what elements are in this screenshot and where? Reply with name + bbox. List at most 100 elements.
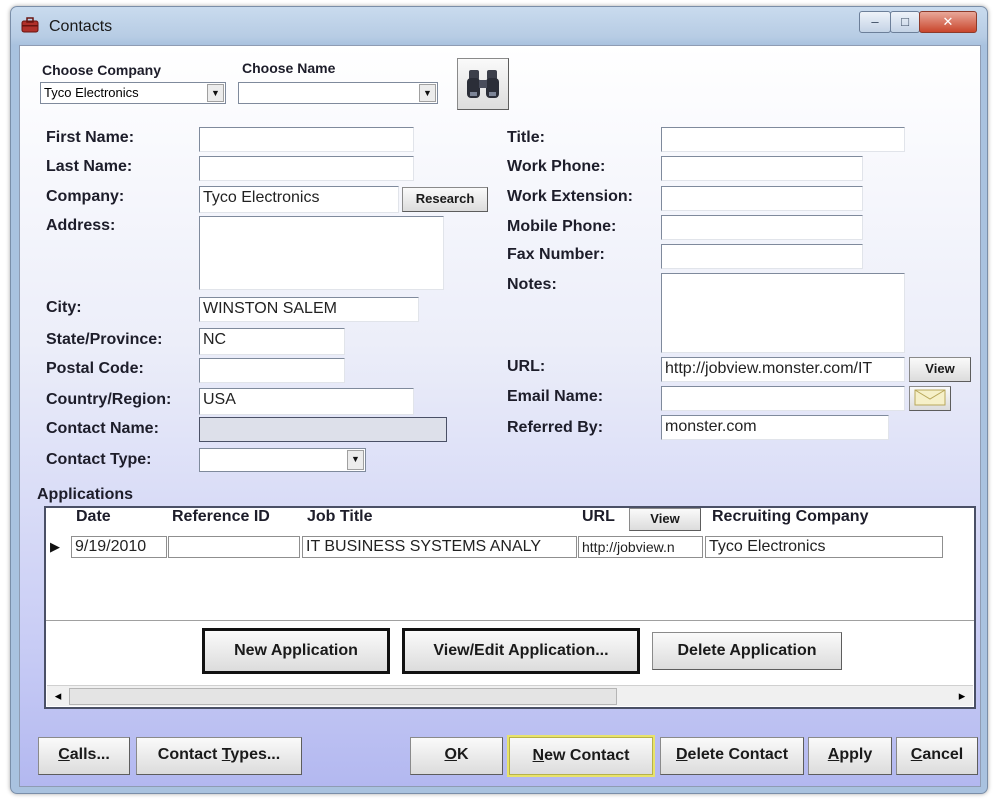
city-input[interactable]: WINSTON SALEM [199, 297, 419, 322]
contact-types-button[interactable]: Contact Types... [136, 737, 302, 775]
envelope-icon [914, 389, 946, 406]
url-input[interactable]: http://jobview.monster.com/IT [661, 357, 905, 382]
city-label: City: [46, 299, 82, 316]
last-name-label: Last Name: [46, 158, 133, 175]
contact-name-input[interactable] [199, 417, 447, 442]
choose-company-label: Choose Company [42, 62, 162, 78]
reference-id-cell[interactable] [168, 536, 300, 558]
first-name-input[interactable] [199, 127, 414, 152]
mobile-phone-input[interactable] [661, 215, 863, 240]
minimize-icon: – [871, 14, 879, 29]
binoculars-icon [467, 70, 499, 98]
postal-code-label: Postal Code: [46, 360, 144, 377]
maximize-button[interactable]: □ [890, 11, 920, 33]
fax-number-input[interactable] [661, 244, 863, 269]
chevron-down-icon[interactable]: ▼ [347, 450, 364, 470]
cancel-accel: C [910, 746, 923, 763]
contact-type-select[interactable]: ▼ [199, 448, 366, 472]
scrollbar-thumb[interactable] [69, 688, 617, 705]
job-title-cell[interactable]: IT BUSINESS SYSTEMS ANALY [302, 536, 577, 558]
new-application-button[interactable]: New Application [202, 628, 390, 674]
title-bar[interactable]: Contacts – □ ✕ [11, 7, 987, 45]
choose-name-select[interactable]: ▼ [238, 82, 438, 104]
close-button[interactable]: ✕ [919, 11, 977, 33]
minimize-button[interactable]: – [859, 11, 891, 33]
new-contact-accel: N [532, 747, 545, 764]
calls-accel: C [58, 746, 70, 763]
choose-company-value: Tyco Electronics [44, 85, 139, 100]
choose-company-select[interactable]: Tyco Electronics ▼ [40, 82, 226, 104]
state-input[interactable]: NC [199, 328, 345, 355]
referred-by-input[interactable]: monster.com [661, 415, 889, 440]
delete-contact-accel: D [675, 746, 688, 763]
contact-name-label: Contact Name: [46, 420, 159, 437]
state-label: State/Province: [46, 331, 163, 348]
applications-label: Applications [37, 486, 134, 503]
country-label: Country/Region: [46, 391, 172, 408]
recruiting-company-cell[interactable]: Tyco Electronics [705, 536, 943, 558]
mobile-phone-label: Mobile Phone: [507, 218, 617, 235]
referred-by-label: Referred By: [507, 419, 604, 436]
contact-type-label: Contact Type: [46, 451, 152, 468]
form-area: Choose Company Tyco Electronics ▼ Choose… [19, 45, 981, 787]
new-contact-button[interactable]: New Contact [507, 735, 655, 777]
ok-button[interactable]: OK [410, 737, 503, 775]
company-input[interactable]: Tyco Electronics [199, 186, 399, 213]
find-button[interactable] [457, 58, 509, 110]
date-cell[interactable]: 9/19/2010 [71, 536, 167, 558]
work-extension-label: Work Extension: [507, 188, 633, 205]
postal-code-input[interactable] [199, 358, 345, 383]
grid-url-view-button[interactable]: View [629, 508, 701, 531]
first-name-label: First Name: [46, 129, 135, 146]
notes-label: Notes: [507, 276, 557, 293]
cancel-label: ancel [922, 746, 964, 763]
research-button[interactable]: Research [402, 187, 488, 212]
choose-name-label: Choose Name [242, 60, 336, 76]
url-label: URL: [507, 358, 546, 375]
divider [46, 620, 974, 621]
contact-types-label-a: Contact [157, 746, 222, 763]
horizontal-scrollbar[interactable]: ◂ ▸ [47, 685, 973, 706]
calls-button[interactable]: Calls... [38, 737, 130, 775]
view-edit-application-button[interactable]: View/Edit Application... [402, 628, 640, 674]
work-phone-input[interactable] [661, 156, 863, 181]
calls-label: alls... [69, 746, 110, 763]
url-column-header[interactable]: URL [582, 508, 615, 526]
title-input[interactable] [661, 127, 905, 152]
url-view-button[interactable]: View [909, 357, 971, 382]
row-indicator-icon: ▶ [50, 539, 60, 554]
delete-contact-label: elete Contact [687, 746, 789, 763]
work-phone-label: Work Phone: [507, 158, 606, 175]
country-input[interactable]: USA [199, 388, 414, 415]
apply-accel: A [827, 746, 840, 763]
cancel-button[interactable]: Cancel [896, 737, 978, 775]
address-input[interactable] [199, 216, 444, 290]
recruiting-company-column-header[interactable]: Recruiting Company [712, 508, 868, 526]
fax-number-label: Fax Number: [507, 246, 605, 263]
date-column-header[interactable]: Date [76, 508, 111, 526]
chevron-down-icon[interactable]: ▼ [207, 84, 224, 102]
work-extension-input[interactable] [661, 186, 863, 211]
maximize-icon: □ [901, 14, 909, 29]
notes-input[interactable] [661, 273, 905, 353]
scroll-right-icon[interactable]: ▸ [953, 686, 971, 706]
apply-label: pply [839, 746, 873, 763]
chevron-down-icon[interactable]: ▼ [419, 84, 436, 102]
window-title: Contacts [49, 18, 113, 35]
email-name-label: Email Name: [507, 388, 604, 405]
contact-types-label-b: ypes... [230, 746, 281, 763]
job-title-column-header[interactable]: Job Title [307, 508, 373, 526]
apply-button[interactable]: Apply [808, 737, 892, 775]
last-name-input[interactable] [199, 156, 414, 181]
scroll-left-icon[interactable]: ◂ [49, 686, 67, 706]
delete-contact-button[interactable]: Delete Contact [660, 737, 804, 775]
email-name-input[interactable] [661, 386, 905, 411]
contacts-window: Contacts – □ ✕ Choose Company Tyco Elect… [10, 6, 988, 794]
briefcase-icon [21, 17, 39, 33]
delete-application-button[interactable]: Delete Application [652, 632, 842, 670]
reference-id-column-header[interactable]: Reference ID [172, 508, 270, 526]
company-label: Company: [46, 188, 125, 205]
url-cell[interactable]: http://jobview.n [578, 536, 703, 558]
applications-grid[interactable]: Date Reference ID Job Title URL View Rec… [44, 506, 976, 709]
send-email-button[interactable] [909, 386, 951, 411]
